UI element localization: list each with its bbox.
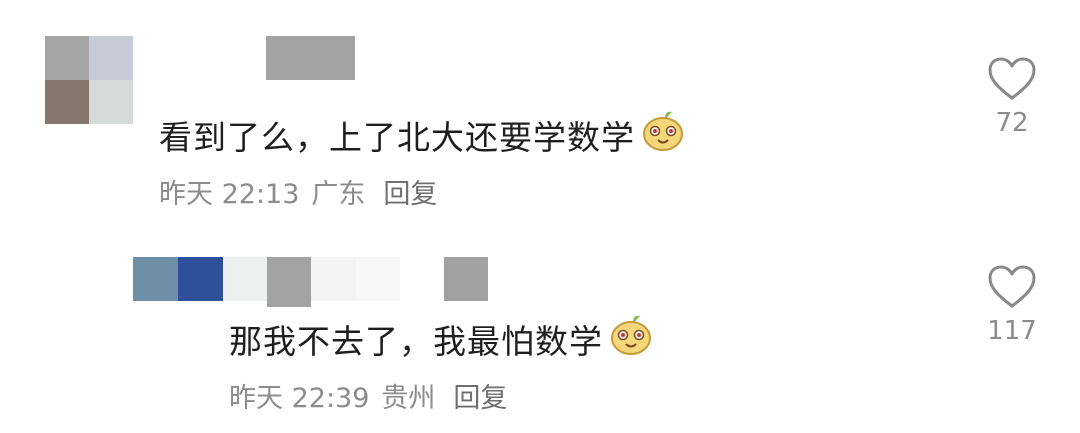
reply-button[interactable]: 回复 [383, 172, 437, 211]
username[interactable] [266, 36, 355, 80]
like-count: 72 [995, 108, 1029, 138]
comment-meta: 昨天 22:39 贵州 回复 [229, 376, 507, 415]
comment-location: 贵州 [381, 383, 436, 414]
avatar[interactable] [45, 36, 133, 124]
smiling-bean-emoji-icon [641, 110, 685, 160]
like-count: 117 [987, 316, 1037, 346]
smiling-bean-emoji-icon [609, 314, 653, 364]
comment-location: 广东 [311, 179, 366, 210]
like-button[interactable]: 72 [982, 56, 1042, 138]
comment-text: 那我不去了，我最怕数学 [229, 314, 653, 364]
comment-time: 昨天 22:13 [159, 179, 300, 210]
heart-icon[interactable] [987, 264, 1037, 310]
like-button[interactable]: 117 [982, 264, 1042, 346]
comment-meta: 昨天 22:13 广东 回复 [159, 172, 437, 211]
reply-button[interactable]: 回复 [453, 376, 507, 415]
username[interactable] [223, 257, 488, 307]
avatar[interactable] [133, 257, 223, 301]
comment-time: 昨天 22:39 [229, 383, 370, 414]
comment-text: 看到了么，上了北大还要学数学 [159, 110, 685, 160]
heart-icon[interactable] [987, 56, 1037, 102]
